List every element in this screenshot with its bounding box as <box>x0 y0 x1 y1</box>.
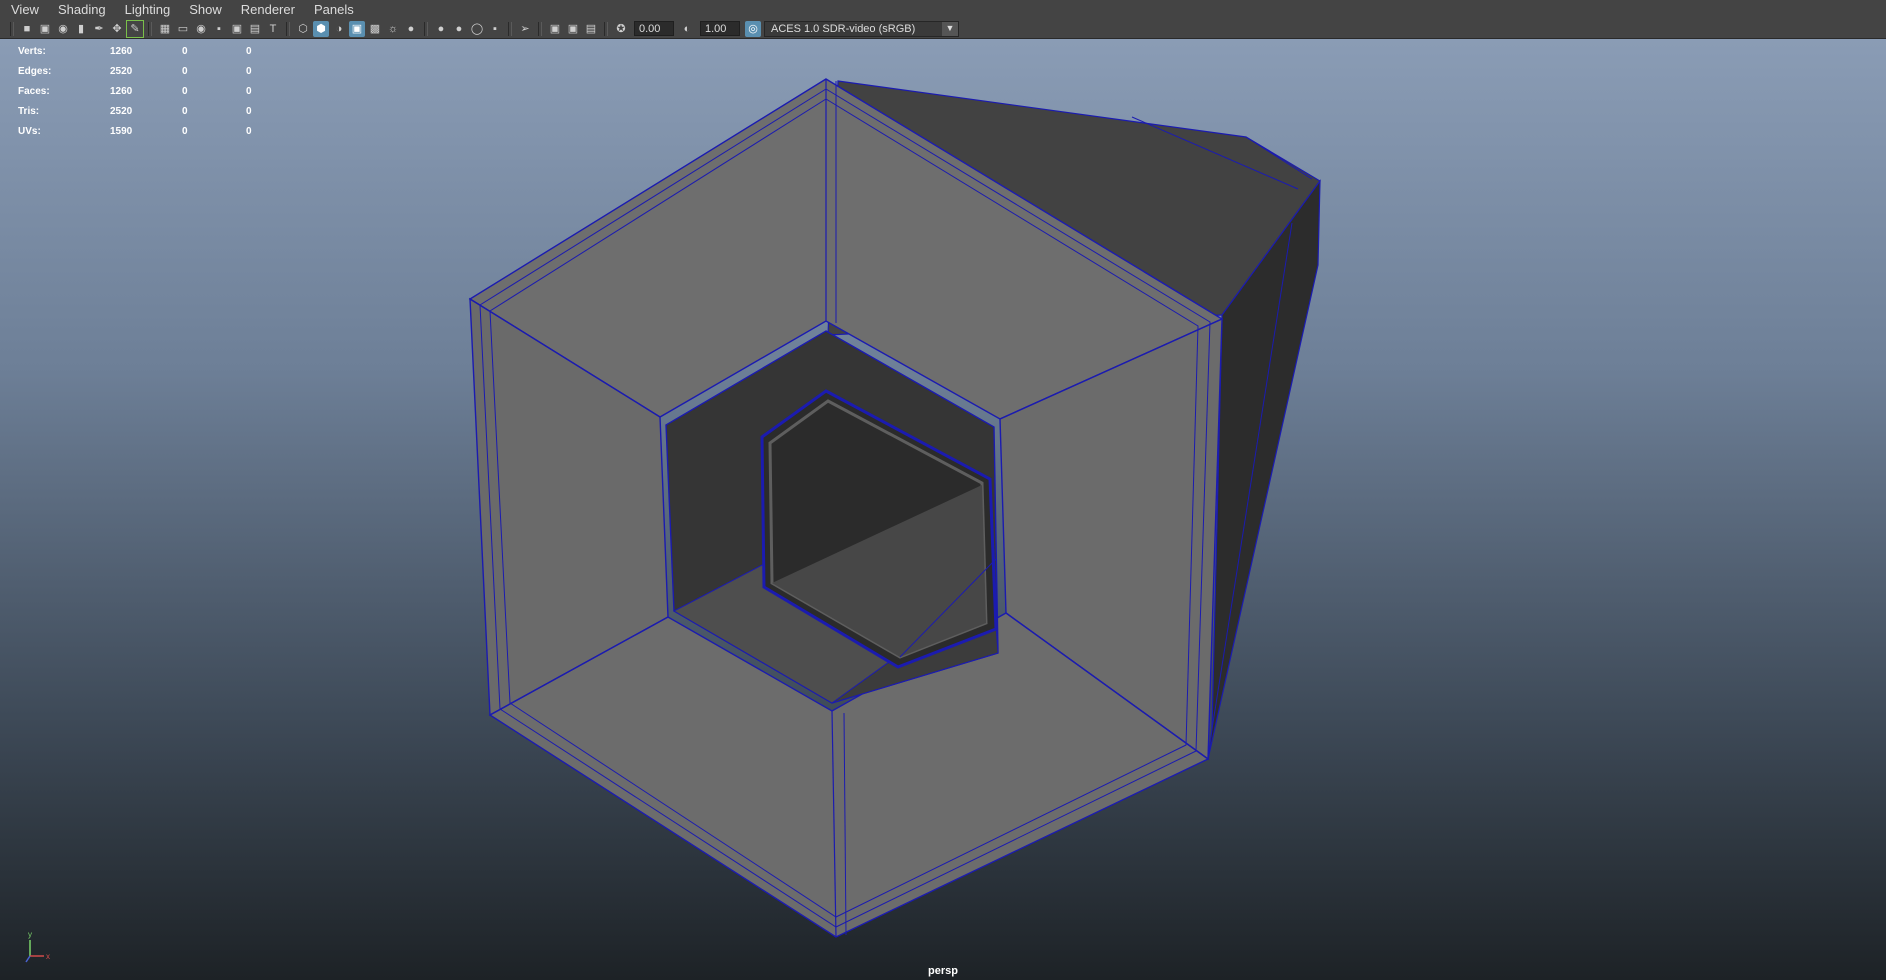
toolbar-separator <box>538 21 542 36</box>
toolbar-separator <box>148 21 152 36</box>
gamma-field[interactable]: 1.00 <box>700 21 740 36</box>
bookmarks-icon[interactable]: ◉ <box>55 21 71 37</box>
hud-value: 1260 <box>110 85 133 97</box>
mesh-object[interactable] <box>0 39 1886 980</box>
hud-value: 2520 <box>110 65 133 77</box>
view-transform-select[interactable]: ACES 1.0 SDR-video (sRGB) ▼ <box>764 20 959 37</box>
anti-aliasing-icon[interactable]: ◯ <box>469 21 485 37</box>
hud-value: 0 <box>246 125 252 137</box>
depth-of-field-icon[interactable]: ▪ <box>487 21 503 37</box>
xray-joints-icon[interactable]: ▤ <box>583 21 599 37</box>
axis-z-line <box>25 955 31 963</box>
hud-label: UVs: <box>18 125 41 137</box>
xray-icon[interactable]: ▣ <box>547 21 563 37</box>
hud-label: Edges: <box>18 65 52 77</box>
hud-value: 0 <box>182 125 188 137</box>
shadows-icon[interactable]: ● <box>403 21 419 37</box>
hud-row: Verts: 1260 0 0 <box>18 41 286 61</box>
hud-value: 0 <box>246 105 252 117</box>
view-transform-value: ACES 1.0 SDR-video (sRGB) <box>771 22 916 35</box>
xray-active-components-icon[interactable]: ▣ <box>565 21 581 37</box>
toolbar-separator <box>604 21 608 36</box>
wireframe-icon[interactable]: ⬡ <box>295 21 311 37</box>
grid-icon[interactable]: ▦ <box>157 21 173 37</box>
safe-action-icon[interactable]: ▤ <box>247 21 263 37</box>
select-camera-icon[interactable]: ■ <box>19 21 35 37</box>
two-d-pan-zoom-icon[interactable]: ✥ <box>109 21 125 37</box>
bookmark-icon[interactable]: ▮ <box>73 21 89 37</box>
hud-label: Verts: <box>18 45 46 57</box>
hud-row: Edges: 2520 0 0 <box>18 61 286 81</box>
toolbar-separator <box>424 21 428 36</box>
hud-value: 0 <box>182 65 188 77</box>
motion-blur-icon[interactable]: ● <box>451 21 467 37</box>
hud-label: Tris: <box>18 105 40 117</box>
wireframe-on-shaded-icon[interactable]: ▣ <box>349 20 365 37</box>
grease-pencil-icon[interactable]: ✎ <box>126 19 144 38</box>
hud-value: 0 <box>246 45 252 57</box>
hud-value: 2520 <box>110 105 133 117</box>
view-axis-indicator: y x <box>25 930 50 963</box>
camera-attributes-icon[interactable]: ▣ <box>37 21 53 37</box>
menu-shading[interactable]: Shading <box>47 0 114 19</box>
smooth-shade-icon[interactable]: ⬢ <box>313 20 329 37</box>
gamma-icon[interactable]: ◐ <box>679 21 695 37</box>
hud-value: 0 <box>182 105 188 117</box>
film-gate-icon[interactable]: ▭ <box>175 21 191 37</box>
field-chart-icon[interactable]: ▣ <box>229 21 245 37</box>
axis-x-label: x <box>46 952 50 961</box>
menu-lighting[interactable]: Lighting <box>114 0 179 19</box>
hud-value: 0 <box>182 85 188 97</box>
screen-space-ao-icon[interactable]: ● <box>433 21 449 37</box>
exposure-icon[interactable]: ✪ <box>613 21 629 37</box>
chevron-down-icon[interactable]: ▼ <box>942 21 958 36</box>
viewport-persp[interactable]: Verts: 1260 0 0 Edges: 2520 0 0 Faces: 1… <box>0 39 1886 980</box>
textured-icon[interactable]: ▩ <box>367 21 383 37</box>
toolbar-separator <box>10 21 14 36</box>
hud-row: Faces: 1260 0 0 <box>18 81 286 101</box>
resolution-gate-icon[interactable]: ◉ <box>193 21 209 37</box>
use-all-lights-icon[interactable]: ☼ <box>385 21 401 37</box>
toolbar-separator <box>508 21 512 36</box>
hud-label: Faces: <box>18 85 50 97</box>
hud-value: 0 <box>246 65 252 77</box>
hud-value: 1590 <box>110 125 133 137</box>
menu-show[interactable]: Show <box>178 0 230 19</box>
toolbar-separator <box>286 21 290 36</box>
hud-value: 1260 <box>110 45 133 57</box>
menu-renderer[interactable]: Renderer <box>230 0 303 19</box>
panel-toolbar: ■ ▣ ◉ ▮ ✒ ✥ ✎ ▦ ▭ ◉ ▪ ▣ ▤ T ⬡ ⬢ ◑ ▣ ▩ ☼ … <box>0 19 1886 39</box>
panel-menubar: View Shading Lighting Show Renderer Pane… <box>0 0 1886 20</box>
color-management-icon[interactable]: ◎ <box>745 20 761 37</box>
menu-panels[interactable]: Panels <box>303 0 362 19</box>
axis-y-label: y <box>28 930 32 939</box>
safe-title-icon[interactable]: T <box>265 21 281 37</box>
hud-row: UVs: 1590 0 0 <box>18 121 286 141</box>
camera-name-label: persp <box>928 965 958 977</box>
use-default-material-icon[interactable]: ◑ <box>331 21 347 37</box>
gate-mask-icon[interactable]: ▪ <box>211 21 227 37</box>
exposure-field[interactable]: 0.00 <box>634 21 674 36</box>
menu-view[interactable]: View <box>0 0 47 19</box>
image-plane-icon[interactable]: ✒ <box>91 21 107 37</box>
poly-count-hud: Verts: 1260 0 0 Edges: 2520 0 0 Faces: 1… <box>18 41 286 141</box>
hud-value: 0 <box>182 45 188 57</box>
isolate-select-icon[interactable]: ➢ <box>517 21 533 37</box>
hud-value: 0 <box>246 85 252 97</box>
hud-row: Tris: 2520 0 0 <box>18 101 286 121</box>
